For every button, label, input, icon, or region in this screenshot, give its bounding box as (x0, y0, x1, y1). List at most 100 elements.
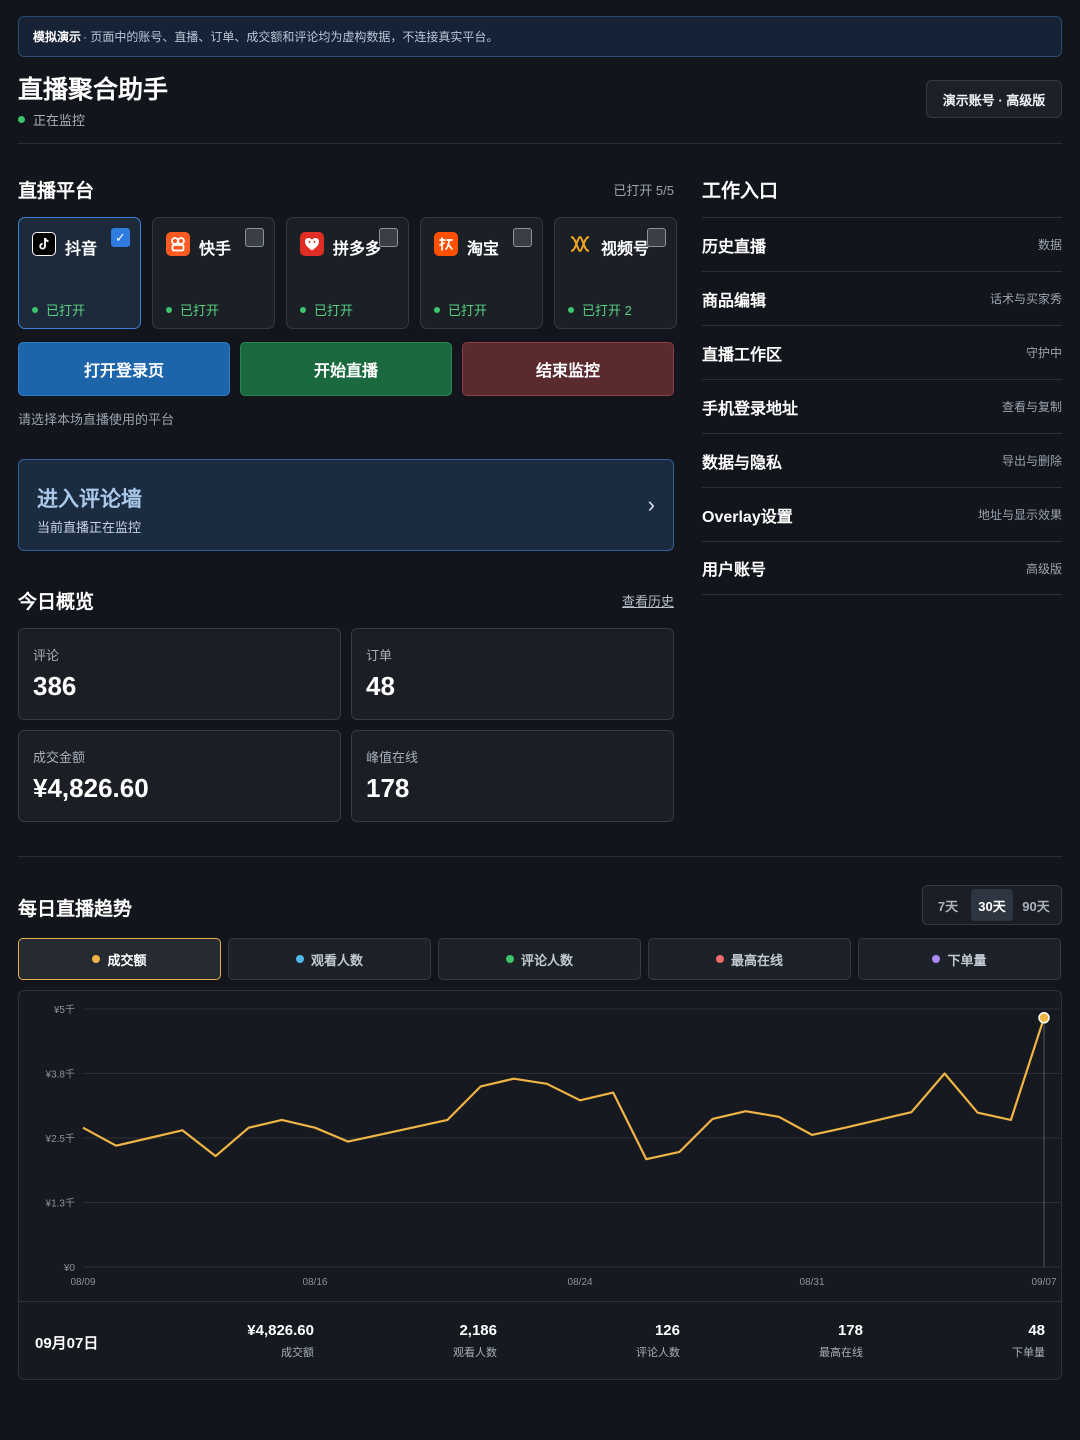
platform-status-text: 已打开 (46, 303, 86, 318)
entry-mobile-login[interactable]: 手机登录地址 查看与复制 (702, 379, 1062, 433)
stop-monitor-button[interactable]: 结束监控 (462, 342, 674, 396)
summary-commenters: 126 评论人数 (636, 1322, 680, 1360)
status-dot-icon (434, 306, 440, 313)
entry-desc: 地址与显示效果 (977, 508, 1062, 522)
y-tick-label: ¥3.8千 (45, 1069, 75, 1081)
account-badge[interactable]: 演示账号 · 高级版 (926, 80, 1062, 118)
platform-status-text: 已打开 2 (582, 303, 632, 318)
entry-data-privacy[interactable]: 数据与隐私 导出与删除 (702, 433, 1062, 487)
entry-desc: 查看与复制 (1001, 400, 1062, 414)
range-selector: 7天 30天 90天 (922, 885, 1062, 925)
entry-live-workspace[interactable]: 直播工作区 守护中 (702, 325, 1062, 379)
metric-tab-label: 成交额 (107, 952, 147, 968)
summary-value: ¥4,826.60 (247, 1322, 314, 1339)
platform-name: 拼多多 (333, 241, 382, 258)
metric-tab-viewers[interactable]: 观看人数 (228, 938, 431, 980)
platform-card-douyin[interactable]: 抖音 ✓ 已打开 (18, 217, 141, 329)
summary-value: 2,186 (459, 1322, 497, 1339)
douyin-icon (32, 232, 56, 256)
x-tick-label: 08/24 (568, 1277, 593, 1288)
platform-checkbox[interactable] (647, 228, 666, 247)
summary-label: 成交额 (281, 1347, 314, 1359)
summary-value: 126 (654, 1322, 680, 1339)
trend-chart-card: ¥0 ¥1.3千 ¥2.5千 ¥3.8千 ¥5千 08/09 08/16 08/24 08/31… (18, 990, 1062, 1380)
entry-history-live[interactable]: 历史直播 数据 (702, 217, 1062, 271)
view-history-link[interactable]: 查看历史 (600, 591, 674, 610)
summary-label: 观看人数 (453, 1347, 497, 1359)
summary-value: 48 (1028, 1322, 1045, 1339)
platform-name: 淘宝 (467, 241, 500, 258)
stat-gmv: 成交金额 ¥4,826.60 (18, 730, 341, 822)
summary-orders: 48 下单量 (1012, 1322, 1045, 1360)
stat-label: 评论 (33, 648, 60, 663)
platform-name: 快手 (199, 241, 232, 258)
platform-checkbox[interactable] (513, 228, 532, 247)
stat-label: 成交金额 (33, 750, 86, 765)
stat-peak-online: 峰值在线 178 (351, 730, 674, 822)
x-tick-label: 08/09 (70, 1277, 95, 1288)
platform-checkbox[interactable] (379, 228, 398, 247)
metric-tab-commenters[interactable]: 评论人数 (438, 938, 641, 980)
platform-list: 抖音 ✓ 已打开 快手 已打开 拼多多 已打开 淘宝 已打开 视频号 已打开 2 (18, 217, 677, 329)
start-live-button[interactable]: 开始直播 (240, 342, 452, 396)
metric-tab-label: 下单量 (947, 952, 987, 968)
metric-tab-orders[interactable]: 下单量 (858, 938, 1061, 980)
summary-gmv: ¥4,826.60 成交额 (247, 1322, 314, 1360)
comment-wall-card[interactable]: 进入评论墙 当前直播正在监控 › (18, 459, 674, 551)
x-tick-label: 08/31 (800, 1277, 825, 1288)
stat-comments: 评论 386 (18, 628, 341, 720)
comment-wall-title: 进入评论墙 (37, 488, 142, 511)
status-dot-icon (32, 306, 38, 313)
pinduoduo-icon (300, 232, 324, 256)
platform-hint: 请选择本场直播使用的平台 (18, 412, 175, 427)
entries-title: 工作入口 (702, 181, 779, 202)
metric-tab-label: 最高在线 (730, 952, 783, 968)
stat-label: 峰值在线 (366, 750, 419, 765)
entry-desc: 守护中 (1025, 346, 1062, 360)
taobao-icon (434, 232, 458, 256)
open-login-button[interactable]: 打开登录页 (18, 342, 230, 396)
status-dot-icon (568, 306, 574, 313)
platform-card-channels[interactable]: 视频号 已打开 2 (554, 217, 677, 329)
page-title: 直播聚合助手 (18, 76, 169, 104)
y-tick-label: ¥2.5千 (45, 1133, 75, 1145)
platform-status-text: 已打开 (314, 303, 354, 318)
platforms-title: 直播平台 (18, 181, 95, 202)
range-7d-button[interactable]: 7天 (927, 889, 969, 921)
summary-label: 下单量 (1012, 1347, 1045, 1359)
platform-checkbox[interactable]: ✓ (111, 228, 130, 247)
stat-orders: 订单 48 (351, 628, 674, 720)
entry-desc: 高级版 (1025, 561, 1062, 576)
platform-status: 已打开 (32, 300, 85, 319)
range-30d-button[interactable]: 30天 (971, 889, 1013, 921)
platform-name: 抖音 (65, 241, 98, 258)
entry-list: 历史直播 数据 商品编辑 话术与买家秀 直播工作区 守护中 手机登录地址 查看与复制 数… (702, 217, 1062, 595)
monitor-status: 正在监控 (18, 110, 85, 129)
platform-card-pinduoduo[interactable]: 拼多多 已打开 (286, 217, 409, 329)
platform-card-kuaishou[interactable]: 快手 已打开 (152, 217, 275, 329)
entry-user-account[interactable]: 用户账号 高级版 (702, 541, 1062, 595)
metric-tab-gmv[interactable]: 成交额 (18, 938, 221, 980)
metric-tabs: 成交额 观看人数 评论人数 最高在线 下单量 (18, 938, 1061, 980)
monitor-status-text: 正在监控 (33, 113, 86, 128)
y-tick-label: ¥1.3千 (45, 1198, 75, 1210)
banner-text: · 页面中的账号、直播、订单、成交额和评论均为虚构数据，不连接真实平台。 (83, 30, 499, 44)
platform-checkbox[interactable] (245, 228, 264, 247)
entry-desc: 数据 (1037, 238, 1062, 252)
trend-chart[interactable]: ¥0 ¥1.3千 ¥2.5千 ¥3.8千 ¥5千 08/09 08/16 08/24 08/31… (19, 991, 1062, 1301)
metric-tab-peak-online[interactable]: 最高在线 (648, 938, 851, 980)
chevron-right-icon: › (647, 492, 655, 517)
entry-label: 商品编辑 (702, 292, 767, 310)
stat-label: 订单 (366, 648, 393, 663)
range-90d-button[interactable]: 90天 (1015, 889, 1057, 921)
trend-divider (18, 856, 1062, 857)
kuaishou-icon (166, 232, 190, 256)
platform-card-taobao[interactable]: 淘宝 已打开 (420, 217, 543, 329)
summary-value: 178 (837, 1322, 863, 1339)
platform-count: 已打开 5/5 (613, 183, 674, 198)
platform-status-text: 已打开 (448, 303, 488, 318)
entry-desc: 话术与买家秀 (989, 292, 1062, 306)
entry-product-edit[interactable]: 商品编辑 话术与买家秀 (702, 271, 1062, 325)
entry-overlay-settings[interactable]: Overlay设置 地址与显示效果 (702, 487, 1062, 541)
y-tick-label: ¥0 (63, 1263, 76, 1274)
